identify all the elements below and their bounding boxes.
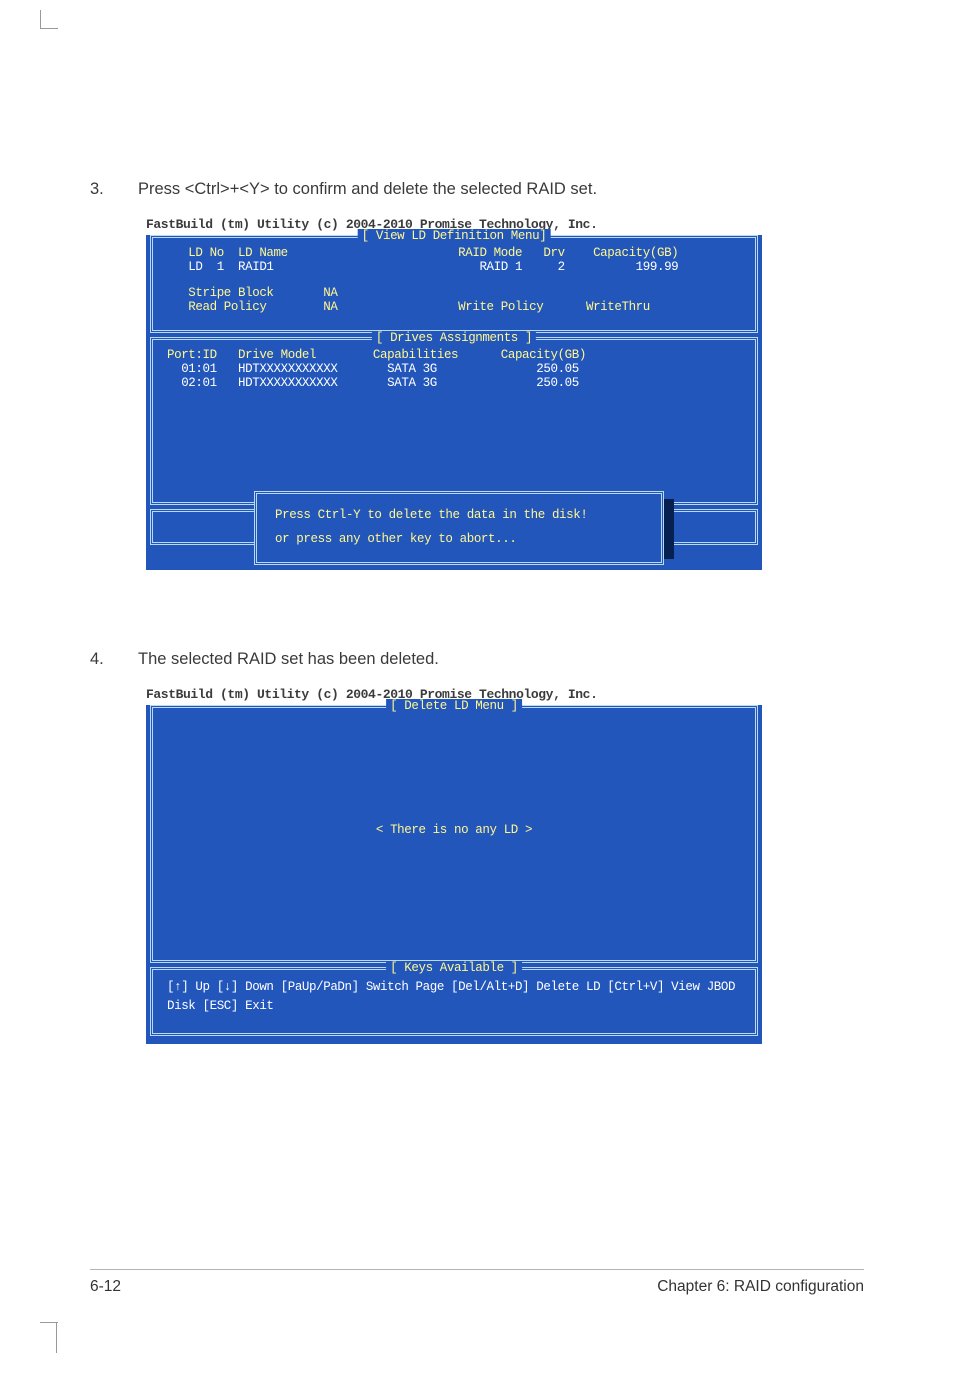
step-3: 3. Press <Ctrl>+<Y> to confirm and delet… (90, 180, 864, 199)
terminal-1: [ View LD Definition Menu] LD No LD Name… (146, 235, 762, 570)
step-4-text: The selected RAID set has been deleted. (138, 650, 439, 669)
panel-keys-title: [ Keys Available ] (386, 961, 522, 975)
panel-delete-ld-title: [ Delete LD Menu ] (386, 699, 522, 713)
read-row: Read Policy NA Write Policy WriteThru (167, 300, 741, 314)
terminal-2: [ Delete LD Menu ] < There is no any LD … (146, 705, 762, 1044)
page-number: 6-12 (90, 1278, 121, 1296)
dialog-line-2: or press any other key to abort... (275, 528, 643, 552)
drives-header: Port:ID Drive Model Capabilities Capacit… (167, 348, 741, 362)
panel-view-ld-title: [ View LD Definition Menu] (358, 229, 551, 243)
keys-text: [↑] Up [↓] Down [PaUp/PaDn] Switch Page … (167, 978, 741, 1017)
ld-header: LD No LD Name RAID Mode Drv Capacity(GB) (167, 246, 741, 260)
dialog-line-1: Press Ctrl-Y to delete the data in the d… (275, 504, 643, 528)
panel-drives-title: [ Drives Assignments ] (372, 331, 536, 345)
step-3-text: Press <Ctrl>+<Y> to confirm and delete t… (138, 180, 597, 199)
panel-view-ld: [ View LD Definition Menu] LD No LD Name… (150, 235, 758, 333)
confirm-dialog: Press Ctrl-Y to delete the data in the d… (254, 491, 664, 565)
drive-row-2: 02:01 HDTXXXXXXXXXXX SATA 3G 250.05 (167, 376, 741, 390)
ld-row: LD 1 RAID1 RAID 1 2 199.99 (167, 260, 741, 274)
panel-delete-ld: [ Delete LD Menu ] < There is no any LD … (150, 705, 758, 963)
no-ld-text: < There is no any LD > (376, 823, 532, 837)
page-footer: 6-12 Chapter 6: RAID configuration (90, 1269, 864, 1296)
stripe-row: Stripe Block NA (167, 286, 741, 300)
drive-row-1: 01:01 HDTXXXXXXXXXXX SATA 3G 250.05 (167, 362, 741, 376)
panel-keys: [ Keys Available ] [↑] Up [↓] Down [PaUp… (150, 967, 758, 1036)
step-3-number: 3. (90, 180, 110, 199)
cropmark-bottom-v (56, 1323, 57, 1353)
step-4-number: 4. (90, 650, 110, 669)
step-4: 4. The selected RAID set has been delete… (90, 650, 864, 669)
panel-drives: [ Drives Assignments ] Port:ID Drive Mod… (150, 337, 758, 505)
chapter-title: Chapter 6: RAID configuration (657, 1278, 864, 1296)
